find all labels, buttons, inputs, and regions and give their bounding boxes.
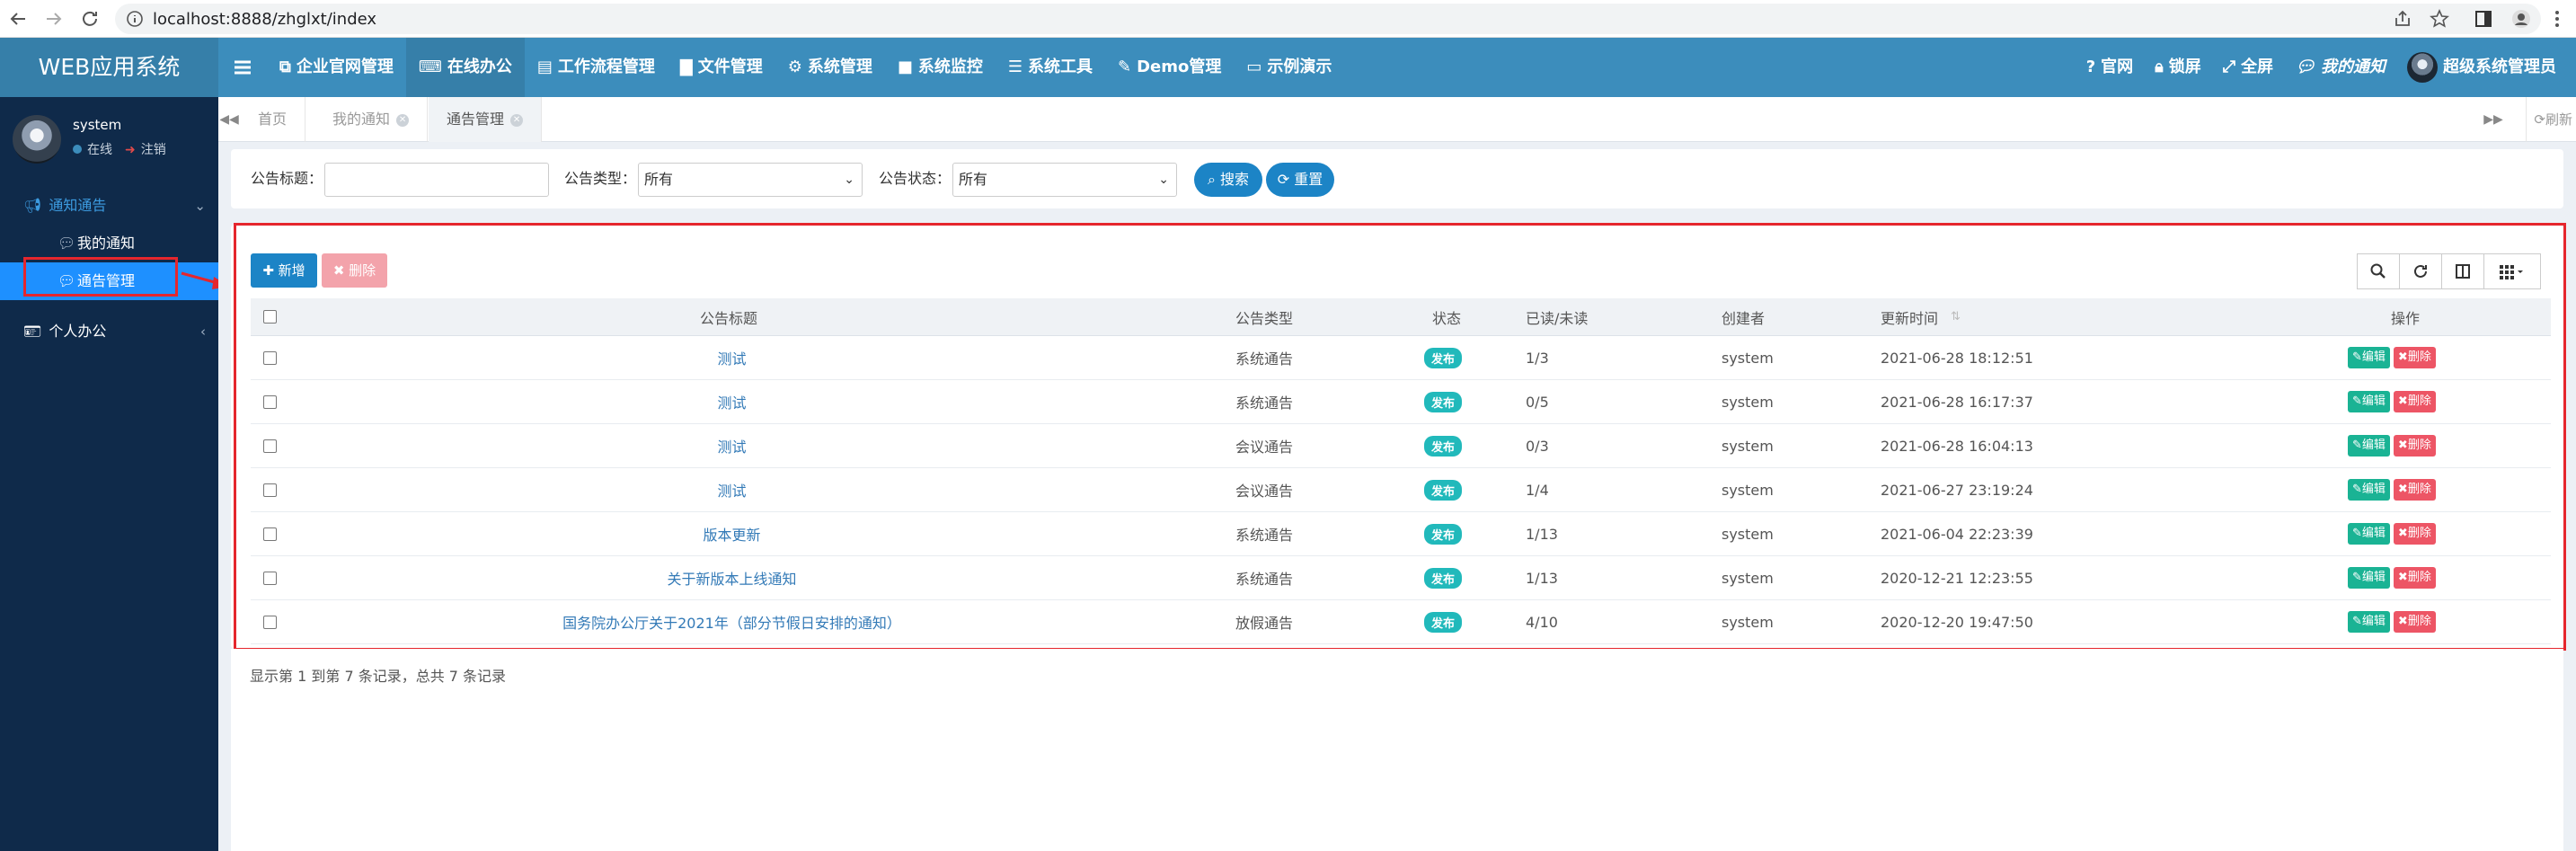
tab-home[interactable]: 首页 [240, 97, 306, 142]
desktop-icon: ▭ [1246, 58, 1262, 76]
lock-icon: 🔒︎ [2155, 58, 2164, 76]
nav-item-files[interactable]: ▇ 文件管理 [668, 38, 775, 97]
bars-icon [235, 60, 251, 75]
main-menu: ⧉ 企业官网管理 ⌨ 在线办公 ▤ 工作流程管理 ▇ 文件管理 ⚙ 系统管理 ■ 系统监控 … [218, 38, 1344, 97]
lock-screen-button[interactable]: 🔒︎ 锁屏 [2144, 38, 2212, 97]
nav-item-workflow[interactable]: ▤ 工作流程管理 [525, 38, 668, 97]
status-filter: 公告状态： 所有 ⌄ [879, 149, 1193, 208]
my-notice-link[interactable]: 💬︎ 我的通知 [2284, 38, 2396, 97]
type-select[interactable]: 所有 ⌄ [638, 163, 863, 197]
content-area [231, 649, 2563, 851]
back-icon[interactable] [7, 8, 29, 30]
url-text: localhost:8888/zhglxt/index [153, 10, 377, 29]
chevron-left-icon: ‹ [200, 324, 206, 340]
user-status: 在线 ➜ 注销 [73, 140, 166, 158]
highlight-box [234, 223, 2566, 651]
refresh-icon: ⟳ [1277, 171, 1295, 188]
search-icon: ⌕ [1207, 171, 1221, 188]
search-form: 公告标题： 公告类型： 所有 ⌄ 公告状态： 所有 ⌄ ⌕ 搜索 ⟳ 重置 [231, 149, 2563, 208]
close-icon[interactable]: ✕ [510, 113, 524, 127]
question-icon: ? [2085, 58, 2096, 76]
folder-icon: ▇ [679, 58, 693, 76]
id-card-icon: 🪪︎ [23, 323, 42, 340]
tab-notice-manage[interactable]: 通告管理 ✕ [429, 97, 543, 142]
user-name: system [73, 117, 122, 133]
chevron-down-icon: ⌄ [1158, 173, 1169, 187]
online-status: 在线 [73, 140, 112, 158]
highlight-box [23, 257, 178, 297]
search-button[interactable]: ⌕ 搜索 [1194, 163, 1262, 197]
status-label: 公告状态： [879, 170, 952, 187]
chevron-down-icon: ⌄ [194, 198, 206, 214]
fullscreen-button[interactable]: ⤢ 全屏 [2212, 38, 2284, 97]
bullhorn-icon: 📢︎ [23, 197, 42, 214]
copy-icon: ⧉ [279, 58, 291, 76]
forward-icon[interactable] [43, 8, 65, 30]
list-alt-icon: ▤ [536, 58, 553, 76]
address-bar[interactable]: localhost:8888/zhglxt/index [115, 4, 2541, 34]
title-input[interactable] [324, 163, 549, 197]
tab-my-notice[interactable]: 我的通知 ✕ [314, 97, 429, 142]
status-select[interactable]: 所有 ⌄ [952, 163, 1177, 197]
user-menu[interactable]: 超级系统管理员 [2396, 38, 2567, 97]
video-icon: ■ [897, 58, 913, 76]
share-icon[interactable] [2393, 9, 2412, 29]
nav-item-tools[interactable]: ☰ 系统工具 [996, 38, 1105, 97]
refresh-icon: ⟳ [2534, 111, 2545, 128]
expand-icon: ⤢ [2222, 58, 2236, 76]
logout-link[interactable]: ➜ 注销 [125, 140, 166, 158]
top-navbar: WEB应用系统 ⧉ 企业官网管理 ⌨ 在线办公 ▤ 工作流程管理 ▇ 文件管理 ⚙ 系统管… [0, 38, 2576, 97]
comment-icon: 💬︎ [2295, 58, 2315, 76]
pagination-summary: 显示第 1 到第 7 条记录，总共 7 条记录 [250, 668, 507, 685]
online-dot-icon [73, 145, 82, 154]
refresh-button[interactable]: ⟳刷新 [2526, 97, 2576, 142]
close-icon[interactable]: ✕ [396, 113, 410, 127]
nav-item-office[interactable]: ⌨ 在线办公 [405, 38, 525, 97]
sidebar-item-notice-group[interactable]: 📢︎ 通知通告 ⌄ [0, 187, 218, 225]
cog-icon: ⚙ [787, 58, 802, 76]
tabs-scroll-left-button[interactable]: ◀◀ [218, 97, 240, 142]
chevron-down-icon: ⌄ [844, 173, 854, 187]
type-filter: 公告类型： 所有 ⌄ [564, 149, 879, 208]
official-site-link[interactable]: ? 官网 [2076, 38, 2144, 97]
sidebar-toggle-button[interactable] [218, 38, 267, 97]
tabs-scroll-right-button[interactable]: ▶▶ [2483, 97, 2504, 142]
sign-out-icon: ➜ [125, 143, 136, 157]
edit-icon: ✎ [1118, 58, 1132, 76]
nav-item-demo[interactable]: ✎ Demo管理 [1105, 38, 1234, 97]
bars-icon: ☰ [1007, 58, 1022, 76]
sidebar-toggle-icon[interactable] [2474, 9, 2493, 29]
browser-toolbar: localhost:8888/zhglxt/index [0, 0, 2576, 38]
main-content: ◀◀ 首页 我的通知 ✕ 通告管理 ✕ ▶▶ ⟳刷新 公告标题： 公告类型： 所有 ⌄… [218, 97, 2576, 851]
reset-button[interactable]: ⟳ 重置 [1266, 163, 1334, 197]
sidebar-item-personal[interactable]: 🪪︎ 个人办公 ‹ [0, 313, 218, 350]
user-avatar [13, 115, 61, 164]
user-panel: system 在线 ➜ 注销 [0, 97, 218, 178]
page-tabs: ◀◀ 首页 我的通知 ✕ 通告管理 ✕ ▶▶ ⟳刷新 [218, 97, 2576, 142]
sidebar: system 在线 ➜ 注销 📢︎ 通知通告 ⌄ 💬︎ 我的通知 💬︎ 通告管理 … [0, 97, 218, 851]
nav-item-system[interactable]: ⚙ 系统管理 [775, 38, 885, 97]
star-icon[interactable] [2430, 9, 2449, 29]
keyboard-icon: ⌨ [418, 58, 442, 76]
type-label: 公告类型： [564, 170, 637, 187]
nav-item-monitor[interactable]: ■ 系统监控 [885, 38, 996, 97]
kebab-menu-icon[interactable] [2547, 9, 2567, 29]
avatar [2407, 52, 2438, 83]
app-logo[interactable]: WEB应用系统 [0, 38, 218, 97]
profile-icon[interactable] [2511, 9, 2531, 29]
top-right-menu: ? 官网 🔒︎ 锁屏 ⤢ 全屏 💬︎ 我的通知 超级系统管理员 [2076, 38, 2567, 97]
nav-item-website[interactable]: ⧉ 企业官网管理 [267, 38, 406, 97]
reload-icon[interactable] [79, 8, 101, 30]
info-icon[interactable] [126, 10, 144, 28]
nav-item-examples[interactable]: ▭ 示例演示 [1234, 38, 1344, 97]
title-label: 公告标题： [251, 170, 323, 187]
